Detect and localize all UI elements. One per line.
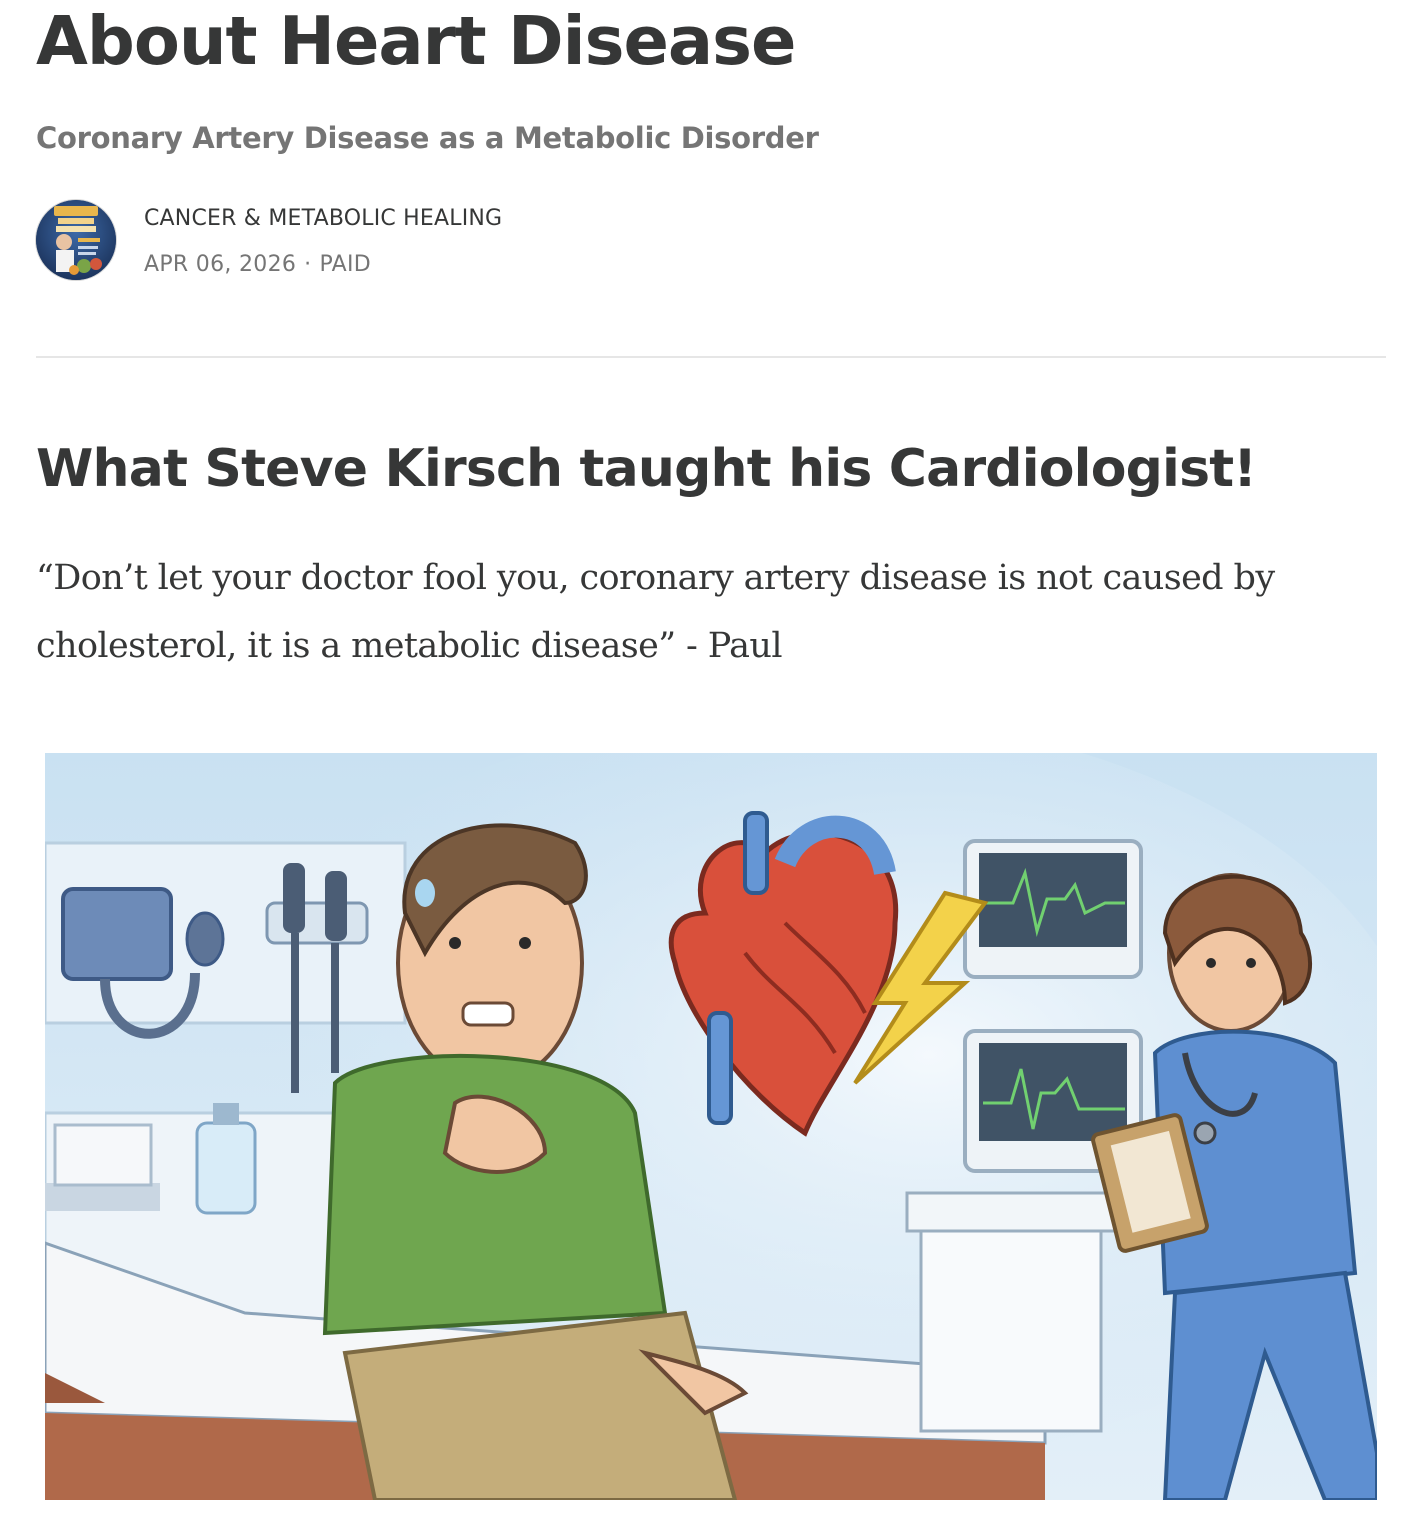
post-date: APR 06, 2026 [144,252,297,277]
publication-logo-image [36,200,116,280]
publication-name[interactable]: CANCER & METABOLIC HEALING [144,204,502,234]
byline-divider [36,356,1386,358]
post-title: About Heart Disease [36,2,796,80]
clinic-scene-image [45,753,1377,1500]
post-meta: APR 06, 2026 · PAID [144,250,371,280]
post-byline: CANCER & METABOLIC HEALING APR 06, 2026 ·… [36,200,736,282]
article-illustration[interactable] [45,753,1377,1500]
publication-avatar[interactable] [36,200,116,280]
pull-quote: “Don’t let your doctor fool you, coronar… [36,558,1275,666]
post-subtitle: Coronary Artery Disease as a Metabolic D… [36,121,819,155]
access-label: PAID [319,252,372,277]
meta-separator: · [304,252,312,277]
section-heading: What Steve Kirsch taught his Cardiologis… [36,439,1257,499]
